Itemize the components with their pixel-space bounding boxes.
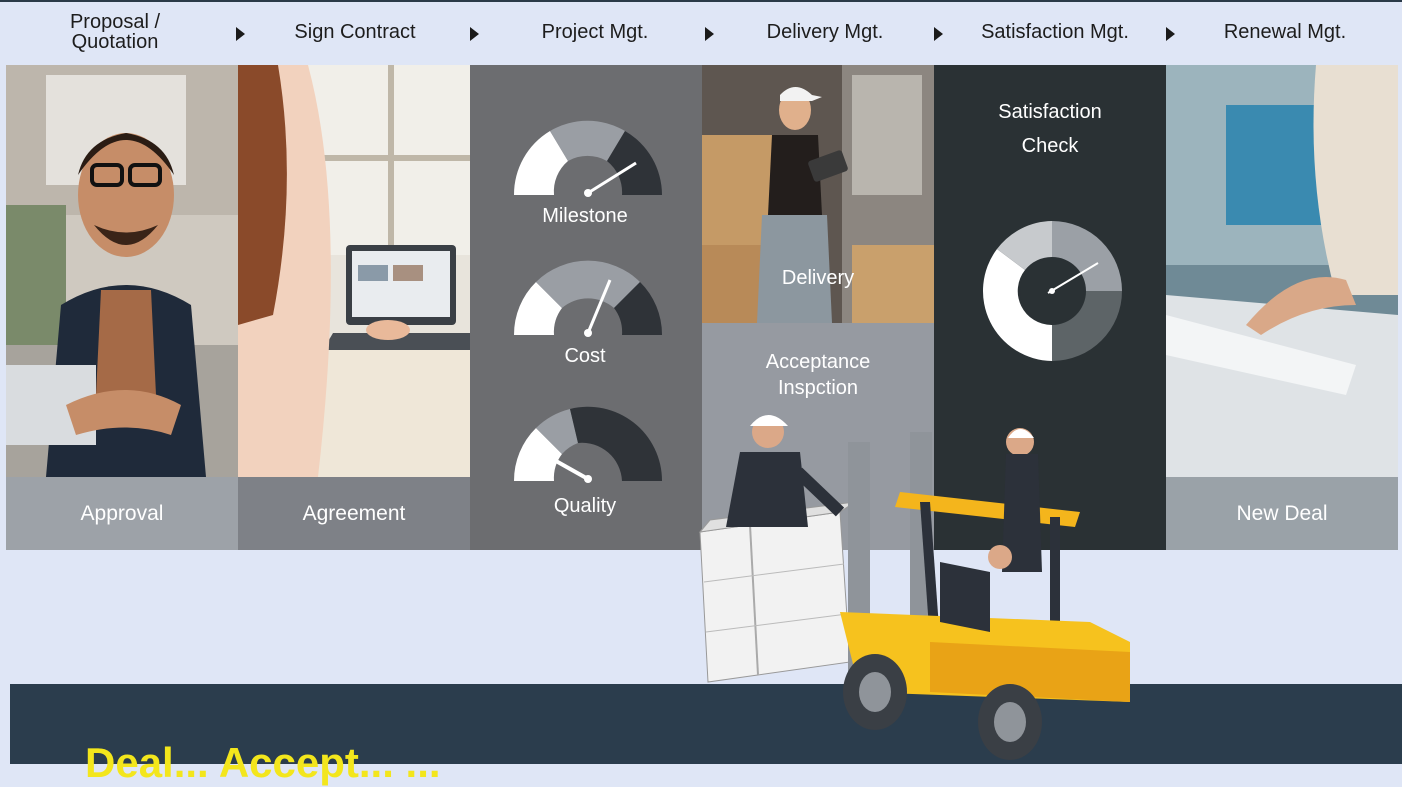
cost-label: Cost bbox=[564, 345, 606, 367]
document-review-photo bbox=[1166, 65, 1398, 477]
panel-project: Milestone Cost Quality bbox=[470, 65, 702, 550]
step-arrow-icon bbox=[1166, 27, 1175, 41]
bottom-title: Deal... Accept... ... bbox=[85, 739, 441, 786]
top-divider bbox=[0, 0, 1402, 2]
crate-stack-icon bbox=[698, 501, 856, 683]
step-sign-contract[interactable]: Sign Contract bbox=[270, 4, 440, 60]
milestone-gauge-icon bbox=[513, 120, 662, 197]
step-delivery-mgt[interactable]: Delivery Mgt. bbox=[740, 4, 910, 60]
quality-label: Quality bbox=[553, 495, 617, 517]
step-arrow-icon bbox=[470, 27, 479, 41]
process-steps: Proposal / Quotation Sign Contract Proje… bbox=[0, 4, 1402, 62]
delivery-label: Delivery bbox=[781, 267, 855, 289]
agreement-caption-text: Agreement bbox=[302, 501, 406, 525]
step-renewal-mgt[interactable]: Renewal Mgt. bbox=[1200, 4, 1370, 60]
step-project-mgt-label: Project Mgt. bbox=[541, 21, 649, 43]
agreement-caption: Agreement bbox=[238, 477, 470, 550]
laptop-meeting-photo bbox=[238, 65, 470, 477]
panel-agreement: Agreement bbox=[238, 65, 470, 550]
step-proposal[interactable]: Proposal / Quotation bbox=[40, 4, 190, 60]
panel-renewal: New Deal bbox=[1166, 65, 1398, 550]
renewal-caption: New Deal bbox=[1166, 477, 1398, 550]
step-delivery-mgt-label: Delivery Mgt. bbox=[766, 21, 884, 43]
cost-gauge-icon bbox=[513, 260, 663, 337]
step-project-mgt[interactable]: Project Mgt. bbox=[510, 4, 680, 60]
quality-gauge-icon bbox=[513, 406, 663, 483]
gauge-group bbox=[513, 120, 663, 483]
panel-approval: Approval bbox=[6, 65, 238, 550]
approval-caption-text: Approval bbox=[80, 501, 164, 525]
step-arrow-icon bbox=[934, 27, 943, 41]
satisfaction-check-label: Satisfaction Check bbox=[998, 101, 1102, 157]
milestone-label: Milestone bbox=[542, 205, 628, 227]
step-arrow-icon bbox=[236, 27, 245, 41]
step-arrow-icon bbox=[705, 27, 714, 41]
approval-caption: Approval bbox=[6, 477, 238, 550]
step-renewal-mgt-label: Renewal Mgt. bbox=[1223, 21, 1347, 43]
step-satisfaction-mgt[interactable]: Satisfaction Mgt. bbox=[960, 4, 1150, 60]
businessman-photo bbox=[6, 65, 238, 477]
step-sign-contract-label: Sign Contract bbox=[294, 21, 416, 43]
renewal-caption-text: New Deal bbox=[1236, 501, 1328, 525]
step-satisfaction-mgt-label: Satisfaction Mgt. bbox=[981, 21, 1129, 43]
step-proposal-label: Proposal / Quotation bbox=[69, 11, 161, 53]
forklift-illustration bbox=[698, 415, 1130, 760]
